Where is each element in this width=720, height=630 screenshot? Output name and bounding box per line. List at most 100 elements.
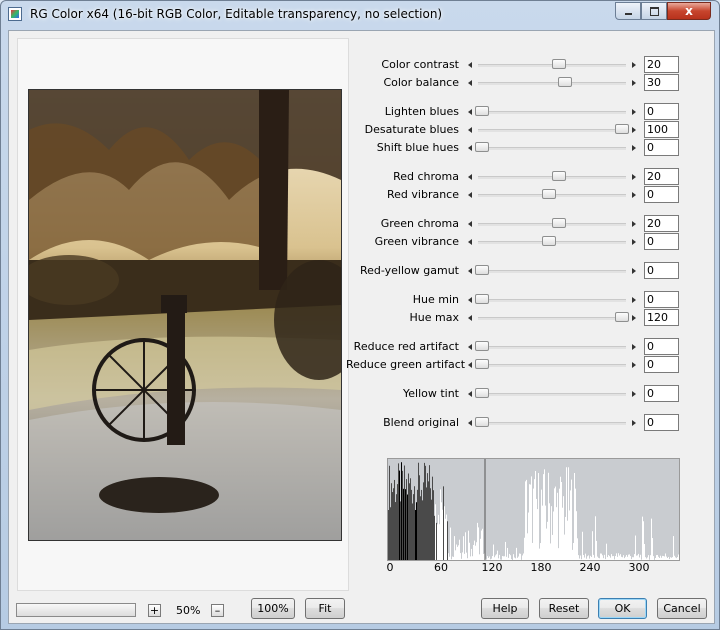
slider-right-arrow-icon[interactable] — [632, 391, 636, 397]
control-slider[interactable] — [468, 388, 636, 400]
slider-left-arrow-icon[interactable] — [468, 268, 472, 274]
slider-thumb[interactable] — [475, 359, 490, 369]
slider-thumb[interactable] — [475, 265, 490, 275]
slider-thumb[interactable] — [475, 341, 490, 351]
control-value-input[interactable] — [644, 338, 679, 355]
control-slider[interactable] — [468, 417, 636, 429]
control-value-input[interactable] — [644, 414, 679, 431]
control-slider[interactable] — [468, 77, 636, 89]
slider-track[interactable] — [478, 346, 626, 349]
control-value-input[interactable] — [644, 139, 679, 156]
slider-left-arrow-icon[interactable] — [468, 362, 472, 368]
slider-right-arrow-icon[interactable] — [632, 297, 636, 303]
close-button[interactable]: x — [667, 2, 711, 20]
slider-left-arrow-icon[interactable] — [468, 239, 472, 245]
slider-track[interactable] — [478, 317, 626, 320]
control-slider[interactable] — [468, 312, 636, 324]
slider-thumb[interactable] — [552, 171, 567, 181]
slider-left-arrow-icon[interactable] — [468, 391, 472, 397]
slider-left-arrow-icon[interactable] — [468, 344, 472, 350]
slider-right-arrow-icon[interactable] — [632, 315, 636, 321]
control-value-input[interactable] — [644, 103, 679, 120]
control-slider[interactable] — [468, 106, 636, 118]
slider-thumb[interactable] — [542, 189, 557, 199]
control-slider[interactable] — [468, 294, 636, 306]
slider-left-arrow-icon[interactable] — [468, 315, 472, 321]
slider-thumb[interactable] — [552, 218, 567, 228]
slider-thumb[interactable] — [614, 124, 629, 134]
control-value-input[interactable] — [644, 121, 679, 138]
maximize-button[interactable] — [641, 2, 667, 20]
slider-left-arrow-icon[interactable] — [468, 80, 472, 86]
zoom-fit-button[interactable]: Fit — [305, 598, 345, 619]
control-value-input[interactable] — [644, 215, 679, 232]
control-value-input[interactable] — [644, 233, 679, 250]
slider-thumb[interactable] — [614, 312, 629, 322]
control-slider[interactable] — [468, 236, 636, 248]
control-value-input[interactable] — [644, 186, 679, 203]
control-slider[interactable] — [468, 142, 636, 154]
slider-thumb[interactable] — [475, 417, 490, 427]
slider-right-arrow-icon[interactable] — [632, 221, 636, 227]
slider-right-arrow-icon[interactable] — [632, 127, 636, 133]
slider-left-arrow-icon[interactable] — [468, 420, 472, 426]
control-slider[interactable] — [468, 171, 636, 183]
control-slider[interactable] — [468, 189, 636, 201]
zoom-100-button[interactable]: 100% — [251, 598, 295, 619]
control-value-input[interactable] — [644, 309, 679, 326]
slider-right-arrow-icon[interactable] — [632, 62, 636, 68]
slider-left-arrow-icon[interactable] — [468, 221, 472, 227]
preview-image[interactable] — [28, 89, 342, 541]
control-value-input[interactable] — [644, 56, 679, 73]
zoom-out-button[interactable]: – — [211, 604, 224, 617]
control-value-input[interactable] — [644, 168, 679, 185]
slider-left-arrow-icon[interactable] — [468, 109, 472, 115]
slider-left-arrow-icon[interactable] — [468, 297, 472, 303]
slider-track[interactable] — [478, 270, 626, 273]
control-value-input[interactable] — [644, 356, 679, 373]
zoom-in-button[interactable]: + — [148, 604, 161, 617]
reset-button[interactable]: Reset — [539, 598, 589, 619]
slider-left-arrow-icon[interactable] — [468, 62, 472, 68]
help-button[interactable]: Help — [481, 598, 529, 619]
control-slider[interactable] — [468, 341, 636, 353]
slider-right-arrow-icon[interactable] — [632, 109, 636, 115]
slider-left-arrow-icon[interactable] — [468, 192, 472, 198]
slider-right-arrow-icon[interactable] — [632, 344, 636, 350]
slider-left-arrow-icon[interactable] — [468, 174, 472, 180]
slider-left-arrow-icon[interactable] — [468, 127, 472, 133]
slider-right-arrow-icon[interactable] — [632, 362, 636, 368]
slider-track[interactable] — [478, 82, 626, 85]
slider-track[interactable] — [478, 364, 626, 367]
slider-right-arrow-icon[interactable] — [632, 268, 636, 274]
slider-right-arrow-icon[interactable] — [632, 80, 636, 86]
cancel-button[interactable]: Cancel — [657, 598, 707, 619]
control-value-input[interactable] — [644, 262, 679, 279]
control-slider[interactable] — [468, 359, 636, 371]
slider-track[interactable] — [478, 422, 626, 425]
control-slider[interactable] — [468, 265, 636, 277]
slider-thumb[interactable] — [475, 142, 490, 152]
ok-button[interactable]: OK — [598, 598, 647, 619]
slider-thumb[interactable] — [552, 59, 567, 69]
control-slider[interactable] — [468, 218, 636, 230]
slider-right-arrow-icon[interactable] — [632, 420, 636, 426]
zoom-slider[interactable] — [16, 603, 136, 617]
control-slider[interactable] — [468, 124, 636, 136]
slider-thumb[interactable] — [475, 294, 490, 304]
slider-track[interactable] — [478, 111, 626, 114]
slider-thumb[interactable] — [475, 388, 490, 398]
slider-thumb[interactable] — [475, 106, 490, 116]
slider-left-arrow-icon[interactable] — [468, 145, 472, 151]
control-value-input[interactable] — [644, 291, 679, 308]
control-value-input[interactable] — [644, 385, 679, 402]
slider-track[interactable] — [478, 129, 626, 132]
slider-track[interactable] — [478, 393, 626, 396]
slider-thumb[interactable] — [558, 77, 573, 87]
title-bar[interactable]: RG Color x64 (16-bit RGB Color, Editable… — [1, 1, 719, 29]
slider-right-arrow-icon[interactable] — [632, 174, 636, 180]
slider-track[interactable] — [478, 299, 626, 302]
slider-right-arrow-icon[interactable] — [632, 192, 636, 198]
control-slider[interactable] — [468, 59, 636, 71]
slider-thumb[interactable] — [542, 236, 557, 246]
